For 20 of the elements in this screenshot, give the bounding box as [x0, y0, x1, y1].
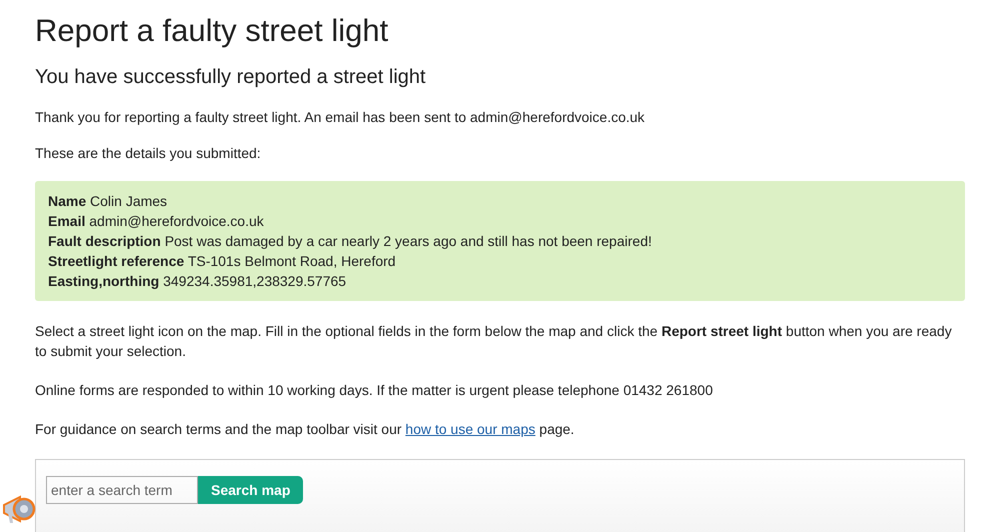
maps-help-link[interactable]: how to use our maps — [405, 421, 536, 437]
detail-label: Streetlight reference — [48, 253, 184, 269]
page-title: Report a faulty street light — [35, 12, 390, 50]
success-heading: You have successfully reported a street light — [35, 65, 427, 90]
detail-value: TS-101s Belmont Road, Hereford — [188, 253, 396, 269]
search-field[interactable]: enter a search term — [46, 476, 198, 504]
guidance-text: For guidance on search terms and the map toolbar visit our — [35, 421, 402, 437]
instructions-text: Select a street light icon on the map. Fill in the optional fields in the form below the map and click the Report street light button when you are ready to submit your selection. — [35, 322, 953, 361]
details-intro: These are the details you submitted: — [35, 144, 262, 163]
detail-value: admin@herefordvoice.co.uk — [89, 213, 264, 229]
response-note: Online forms are responded to within 10 working days. If the matter is urgent please telephone 01432 261800 — [35, 381, 714, 400]
detail-label: Email — [48, 213, 86, 229]
guidance-text-end: page. — [539, 421, 574, 437]
detail-value: Post was damaged by a car nearly 2 years ago and still has not been repaired! — [164, 233, 652, 249]
detail-value: Colin James — [90, 193, 168, 209]
confirmation-text: Thank you for reporting a faulty street light. An email has been sent to admin@herefordvoice.co.uk — [35, 108, 646, 127]
detail-label: Fault description — [48, 233, 161, 249]
detail-value: 349234.35981,238329.57765 — [163, 273, 346, 289]
detail-label: Name — [48, 193, 86, 209]
detail-label: Easting,northing — [48, 273, 160, 289]
